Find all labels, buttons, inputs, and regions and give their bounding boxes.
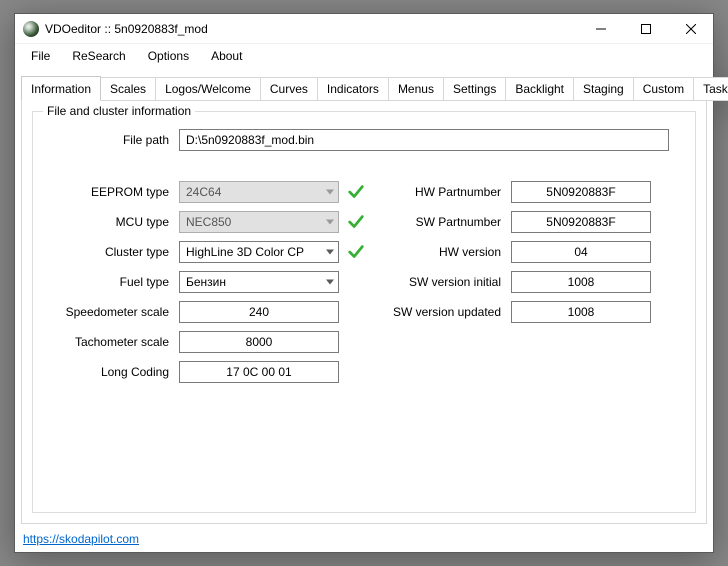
long-coding-field[interactable]: 17 0C 00 01	[179, 361, 339, 383]
tachometer-scale-value: 8000	[246, 335, 273, 349]
label-file-path: File path	[49, 133, 179, 147]
fieldset-legend: File and cluster information	[43, 104, 195, 118]
maximize-button[interactable]	[623, 14, 668, 44]
tab-scales[interactable]: Scales	[100, 77, 156, 101]
window-title: VDOeditor :: 5n0920883f_mod	[45, 22, 208, 36]
eeprom-check-icon	[347, 183, 365, 201]
cluster-type-value: HighLine 3D Color CP	[186, 245, 304, 259]
chevron-down-icon	[326, 280, 334, 285]
right-column: HW Partnumber 5N0920883F SW Partnumber 5…	[389, 180, 651, 384]
label-sw-version-initial: SW version initial	[389, 275, 511, 289]
titlebar: VDOeditor :: 5n0920883f_mod	[15, 14, 713, 44]
minimize-icon	[596, 24, 606, 34]
hw-version-value: 04	[574, 245, 587, 259]
label-hw-version: HW version	[389, 245, 511, 259]
app-icon	[23, 21, 39, 37]
left-column: EEPROM type 24C64 MCU type NEC850	[49, 180, 365, 384]
menu-file[interactable]: File	[21, 46, 60, 67]
tab-menus[interactable]: Menus	[388, 77, 444, 101]
mcu-type-value: NEC850	[186, 215, 231, 229]
chevron-down-icon	[326, 250, 334, 255]
fuel-type-value: Бензин	[186, 275, 226, 289]
menu-options[interactable]: Options	[138, 46, 199, 67]
long-coding-value: 17 0C 00 01	[226, 365, 291, 379]
eeprom-type-value: 24C64	[186, 185, 221, 199]
chevron-down-icon	[326, 190, 334, 195]
speedometer-scale-field[interactable]: 240	[179, 301, 339, 323]
file-path-value: D:\5n0920883f_mod.bin	[186, 133, 314, 147]
tachometer-scale-field[interactable]: 8000	[179, 331, 339, 353]
tab-indicators[interactable]: Indicators	[317, 77, 389, 101]
app-window: VDOeditor :: 5n0920883f_mod File ReSearc…	[14, 13, 714, 553]
hw-version-field[interactable]: 04	[511, 241, 651, 263]
hw-partnumber-field[interactable]: 5N0920883F	[511, 181, 651, 203]
label-sw-version-updated: SW version updated	[389, 305, 511, 319]
tab-settings[interactable]: Settings	[443, 77, 506, 101]
menu-about[interactable]: About	[201, 46, 252, 67]
label-speedometer-scale: Speedometer scale	[49, 305, 179, 319]
tab-information[interactable]: Information	[21, 76, 101, 101]
eeprom-type-combo: 24C64	[179, 181, 339, 203]
menubar: File ReSearch Options About	[15, 44, 713, 71]
speedometer-scale-value: 240	[249, 305, 269, 319]
maximize-icon	[641, 24, 651, 34]
tab-logos[interactable]: Logos/Welcome	[155, 77, 261, 101]
sw-version-initial-value: 1008	[568, 275, 595, 289]
mcu-check-icon	[347, 213, 365, 231]
tab-panel-information: File and cluster information File path D…	[21, 100, 707, 524]
label-mcu-type: MCU type	[49, 215, 179, 229]
cluster-type-combo[interactable]: HighLine 3D Color CP	[179, 241, 339, 263]
cluster-check-icon	[347, 243, 365, 261]
menu-research[interactable]: ReSearch	[62, 46, 135, 67]
tab-backlight[interactable]: Backlight	[505, 77, 574, 101]
close-button[interactable]	[668, 14, 713, 44]
label-long-coding: Long Coding	[49, 365, 179, 379]
label-tachometer-scale: Tachometer scale	[49, 335, 179, 349]
sw-version-updated-field[interactable]: 1008	[511, 301, 651, 323]
label-hw-partnumber: HW Partnumber	[389, 185, 511, 199]
footer-link[interactable]: https://skodapilot.com	[23, 532, 139, 546]
tab-custom[interactable]: Custom	[633, 77, 694, 101]
label-fuel-type: Fuel type	[49, 275, 179, 289]
label-cluster-type: Cluster type	[49, 245, 179, 259]
tab-tasks[interactable]: Tasks	[693, 77, 728, 101]
hw-partnumber-value: 5N0920883F	[546, 185, 615, 199]
fieldset-file-cluster: File and cluster information File path D…	[32, 111, 696, 513]
close-icon	[686, 24, 696, 34]
file-path-field[interactable]: D:\5n0920883f_mod.bin	[179, 129, 669, 151]
tabstrip: Information Scales Logos/Welcome Curves …	[21, 77, 707, 101]
chevron-down-icon	[326, 220, 334, 225]
minimize-button[interactable]	[578, 14, 623, 44]
label-sw-partnumber: SW Partnumber	[389, 215, 511, 229]
label-eeprom-type: EEPROM type	[49, 185, 179, 199]
footer: https://skodapilot.com	[15, 528, 713, 552]
tab-staging[interactable]: Staging	[573, 77, 634, 101]
sw-version-updated-value: 1008	[568, 305, 595, 319]
tab-curves[interactable]: Curves	[260, 77, 318, 101]
sw-version-initial-field[interactable]: 1008	[511, 271, 651, 293]
mcu-type-combo: NEC850	[179, 211, 339, 233]
sw-partnumber-value: 5N0920883F	[546, 215, 615, 229]
sw-partnumber-field[interactable]: 5N0920883F	[511, 211, 651, 233]
fuel-type-combo[interactable]: Бензин	[179, 271, 339, 293]
